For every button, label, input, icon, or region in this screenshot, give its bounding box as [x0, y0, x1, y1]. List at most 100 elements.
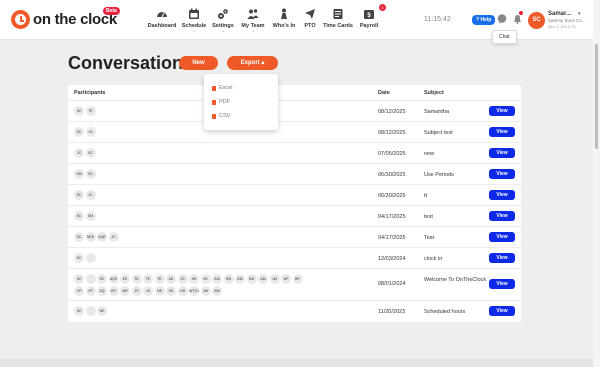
- participant-avatar: BM: [235, 274, 245, 284]
- conversation-subject: Use Periods: [424, 172, 454, 178]
- main-nav: Dashboard Schedule ⌄ Settings ⌄ My Team …: [145, 4, 386, 36]
- participants-list: SC NE: [74, 306, 309, 318]
- participant-avatar: SC: [74, 274, 84, 284]
- dashboard-icon: [157, 12, 167, 18]
- participant-avatar: JG: [177, 274, 188, 284]
- participants-list: SC SM: [74, 211, 309, 223]
- view-button[interactable]: View: [489, 279, 515, 289]
- conversation-date: 12/03/2024: [378, 256, 406, 262]
- view-button[interactable]: View: [489, 232, 515, 242]
- conversation-date: 08/12/2025: [378, 130, 406, 136]
- view-button[interactable]: View: [489, 190, 515, 200]
- chevron-down-icon[interactable]: ▾: [578, 11, 581, 17]
- participants-list: SM SC: [74, 169, 309, 181]
- table-row: SC SM 04/17/2025 test View: [68, 205, 521, 226]
- scrollbar-thumb[interactable]: [595, 44, 598, 149]
- new-conversation-button[interactable]: New: [179, 56, 218, 70]
- view-button[interactable]: View: [489, 169, 515, 179]
- nav-schedule[interactable]: Schedule ⌄: [179, 8, 209, 36]
- view-button[interactable]: View: [489, 253, 515, 263]
- participant-avatar: NS: [154, 286, 165, 296]
- view-button[interactable]: View: [489, 127, 515, 137]
- help-button[interactable]: ? Help: [472, 15, 496, 25]
- participant-avatar: NE: [97, 306, 107, 316]
- conversation-subject: Welcome To OnTheClock: [424, 277, 487, 283]
- participant-avatar: SH: [189, 274, 199, 284]
- chat-icon[interactable]: [497, 14, 507, 24]
- avatar[interactable]: SC: [528, 12, 545, 29]
- nav-dashboard[interactable]: Dashboard: [145, 8, 179, 36]
- conversation-date: 06/30/2025: [378, 193, 406, 199]
- view-button[interactable]: View: [489, 148, 515, 158]
- plane-icon: [305, 9, 315, 19]
- clock-logo-icon: [11, 10, 30, 29]
- gear-icon: [218, 9, 228, 19]
- conversation-subject: new: [424, 151, 435, 157]
- conversation-date: 08/12/2025: [378, 109, 406, 115]
- chat-tooltip: Chat: [492, 30, 517, 44]
- participants-list: SC: [74, 253, 309, 265]
- participant-avatar: SC: [74, 253, 84, 263]
- payroll-icon: $: [364, 10, 374, 19]
- table-row: SC 12/03/2024 clock in View: [68, 247, 521, 268]
- view-button[interactable]: View: [489, 211, 515, 221]
- view-button[interactable]: View: [489, 306, 515, 316]
- nav-my-team[interactable]: My Team ⌄: [237, 8, 269, 36]
- file-icon: [212, 99, 216, 105]
- participants-list: SC JC: [74, 190, 309, 202]
- participant-avatar: JS: [131, 286, 142, 296]
- participant-avatar: CP: [74, 286, 84, 296]
- header-participants: Participants: [74, 90, 106, 96]
- conversation-date: 04/17/2025: [378, 214, 406, 220]
- conversation-date: 04/17/2025: [378, 235, 406, 241]
- participant-avatar: JC: [108, 232, 119, 242]
- participant-avatar: [85, 274, 96, 284]
- participant-avatar: SM: [74, 169, 84, 179]
- participant-avatar: JC: [85, 190, 96, 200]
- time-card-icon: [333, 9, 343, 19]
- participant-avatar: SW: [212, 286, 222, 296]
- participant-avatar: ER: [108, 286, 119, 296]
- participant-avatar: JC: [74, 148, 84, 158]
- table-row: SC SC AQE EE TE TE TE AE JG SH VK AM SM BM DM AM JM NP BP C…: [68, 268, 521, 300]
- participant-avatar: [85, 253, 96, 263]
- nav-pto[interactable]: PTO ⌄: [299, 8, 321, 36]
- participant-avatar: TE: [143, 274, 153, 284]
- user-account-id: (No. 1,113,177): [548, 24, 576, 29]
- participant-avatar: NEE: [85, 232, 96, 242]
- calendar-icon: [189, 8, 199, 19]
- participant-avatar: SC: [74, 232, 84, 242]
- nav-time-cards[interactable]: Time Cards: [321, 8, 355, 36]
- conversation-date: 11/20/2023: [378, 309, 406, 315]
- participant-avatar: WTG1: [189, 286, 199, 296]
- export-excel-option[interactable]: Excel: [212, 85, 232, 91]
- conversation-subject: Scheduled hours: [424, 309, 466, 315]
- participant-avatar: AQE: [108, 274, 119, 284]
- export-csv-option[interactable]: CSV: [212, 113, 230, 119]
- participant-avatar: VK: [200, 274, 211, 284]
- participant-avatar: AM: [258, 274, 268, 284]
- participant-avatar: SQ: [97, 286, 107, 296]
- view-button[interactable]: View: [489, 106, 515, 116]
- user-name[interactable]: Samar...: [548, 11, 571, 17]
- conversation-subject: clock in: [424, 256, 443, 262]
- team-icon: [247, 9, 259, 19]
- file-icon: [212, 85, 216, 91]
- export-button[interactable]: Export ▴: [227, 56, 278, 70]
- participant-avatar: MR: [120, 286, 130, 296]
- participant-avatar: AQE: [97, 232, 107, 242]
- bell-icon[interactable]: [513, 14, 522, 24]
- app-logo[interactable]: on the clock Beta: [11, 7, 120, 29]
- export-pdf-option[interactable]: PDF: [212, 99, 230, 105]
- nav-whos-in[interactable]: Who's In: [269, 8, 299, 36]
- participant-avatar: SC: [85, 148, 96, 158]
- table-row: SC NEE AQE JC 04/17/2025 Test View: [68, 226, 521, 247]
- table-row: JC SC 07/05/2025 new View: [68, 142, 521, 163]
- conversation-date: 07/05/2025: [378, 151, 406, 157]
- file-icon: [212, 113, 216, 119]
- participant-avatar: VP: [85, 286, 96, 296]
- nav-payroll[interactable]: $ 1 Payroll ⌄: [355, 4, 386, 36]
- conversation-date: 06/30/2025: [378, 172, 406, 178]
- nav-settings[interactable]: Settings ⌄: [209, 8, 237, 36]
- conversation-date: 08/01/2024: [378, 281, 406, 287]
